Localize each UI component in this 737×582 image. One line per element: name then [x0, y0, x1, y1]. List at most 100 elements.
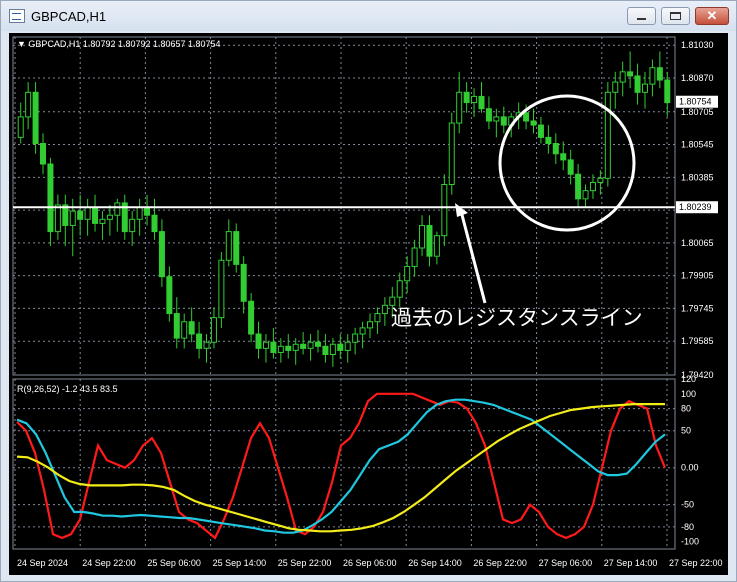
time-tick-label: 24 Sep 22:00: [82, 558, 136, 568]
indicator-panel-frame: [12, 378, 676, 550]
candle-body: [270, 341, 277, 353]
time-tick-label: 26 Sep 06:00: [343, 558, 397, 568]
candle-body: [32, 91, 39, 145]
candle-body: [471, 95, 478, 104]
candle-body: [396, 280, 403, 298]
maximize-icon: [670, 12, 681, 20]
indicator-tick-label: 80: [681, 404, 691, 414]
minimize-button[interactable]: [627, 7, 656, 25]
candle-body: [40, 143, 47, 165]
candle-body: [552, 143, 559, 155]
current-price-label: 1.80754: [679, 97, 712, 107]
candle-body: [374, 313, 381, 323]
minimize-icon: [637, 18, 646, 20]
price-tick-label: 1.79905: [681, 271, 714, 281]
resistance-price-label: 1.80239: [679, 202, 712, 212]
resistance-annotation: 過去のレジスタンスライン: [391, 307, 643, 330]
candle-body: [627, 71, 634, 77]
candle-body: [478, 95, 485, 110]
candle-body: [597, 177, 604, 183]
candle-body: [240, 263, 247, 302]
indicator-tick-label: -80: [681, 522, 694, 532]
candle-body: [567, 159, 574, 175]
candle-body: [300, 343, 307, 349]
candle-body: [456, 91, 463, 124]
candle-body: [441, 183, 448, 237]
candle-body: [77, 210, 84, 220]
candle-body: [233, 231, 240, 265]
candle-body: [404, 265, 411, 282]
chart-svg[interactable]: 1.81030 1.80870 1.80705 1.80545 1.80385 1.802…: [9, 33, 728, 575]
candle-body: [54, 204, 61, 233]
candle-body: [173, 313, 180, 339]
candle-body: [158, 231, 165, 278]
candle-body: [277, 345, 284, 353]
price-tick-label: 1.80870: [681, 73, 714, 83]
candle-body: [523, 112, 530, 122]
candle-body: [463, 91, 470, 104]
candle-body: [419, 224, 426, 249]
price-tick-label: 1.79585: [681, 336, 714, 346]
candle-body: [188, 321, 195, 335]
chart-window: GBPCAD,H1 ✕ 1.81030 1.80870 1.80705 1.80545…: [0, 0, 737, 582]
candle-body: [262, 341, 269, 349]
close-button[interactable]: ✕: [695, 7, 729, 25]
chart-area[interactable]: 1.81030 1.80870 1.80705 1.80545 1.80385 1.802…: [9, 33, 728, 575]
candle-body: [612, 81, 619, 93]
indicator-tick-label: -50: [681, 500, 694, 510]
price-tick-label: 1.80385: [681, 172, 714, 182]
candle-body: [144, 206, 151, 216]
candle-body: [411, 247, 418, 267]
candle-body: [575, 173, 582, 200]
indicator-tick-label: 120: [681, 374, 696, 384]
candle-body: [307, 341, 314, 349]
price-tick-label: 1.81030: [681, 40, 714, 50]
candle-body: [344, 341, 351, 351]
candle-body: [337, 343, 344, 351]
chart-window-icon: [9, 9, 25, 23]
candle-body: [649, 67, 656, 85]
candle-body: [17, 116, 24, 138]
candle-body: [99, 218, 106, 224]
candle-body: [248, 300, 255, 335]
window-title: GBPCAD,H1: [31, 9, 107, 24]
candle-body: [47, 163, 54, 233]
candle-body: [664, 79, 671, 104]
maximize-button[interactable]: [661, 7, 690, 25]
price-tick-label: 1.80065: [681, 238, 714, 248]
candle-body: [582, 190, 589, 200]
indicator-label: R(9,26,52) -1.2 43.5 83.5: [17, 384, 118, 394]
candle-body: [537, 124, 544, 138]
highlight-circle: [498, 94, 636, 232]
candle-body: [426, 224, 433, 257]
indicator-tick-label: -100: [681, 537, 699, 547]
candle-body: [69, 210, 76, 226]
time-tick-label: 24 Sep 2024: [17, 558, 68, 568]
arrow-head: [455, 203, 468, 217]
price-tick-label: 1.79745: [681, 303, 714, 313]
candle-body: [448, 122, 455, 185]
time-tick-label: 27 Sep 14:00: [604, 558, 658, 568]
candle-body: [129, 218, 136, 233]
price-tick-label: 1.80545: [681, 140, 714, 150]
time-tick-label: 25 Sep 22:00: [278, 558, 332, 568]
candle-body: [292, 343, 299, 351]
candle-body: [203, 341, 210, 349]
candle-body: [92, 206, 99, 224]
candle-body: [656, 67, 663, 81]
candle-body: [84, 206, 91, 220]
time-tick-label: 25 Sep 14:00: [213, 558, 267, 568]
candle-body: [389, 296, 396, 306]
close-icon: ✕: [706, 8, 718, 23]
candle-body: [166, 276, 173, 315]
indicator-tick-label: 100: [681, 389, 696, 399]
indicator-tick-label: 50: [681, 426, 691, 436]
title-bar[interactable]: GBPCAD,H1 ✕: [1, 1, 736, 31]
candle-body: [114, 202, 121, 216]
candle-body: [589, 181, 596, 192]
candle-body: [314, 341, 321, 347]
candle-body: [493, 116, 500, 122]
candle-body: [329, 343, 336, 356]
price-tick-label: 1.80705: [681, 107, 714, 117]
candle-body: [352, 333, 359, 343]
